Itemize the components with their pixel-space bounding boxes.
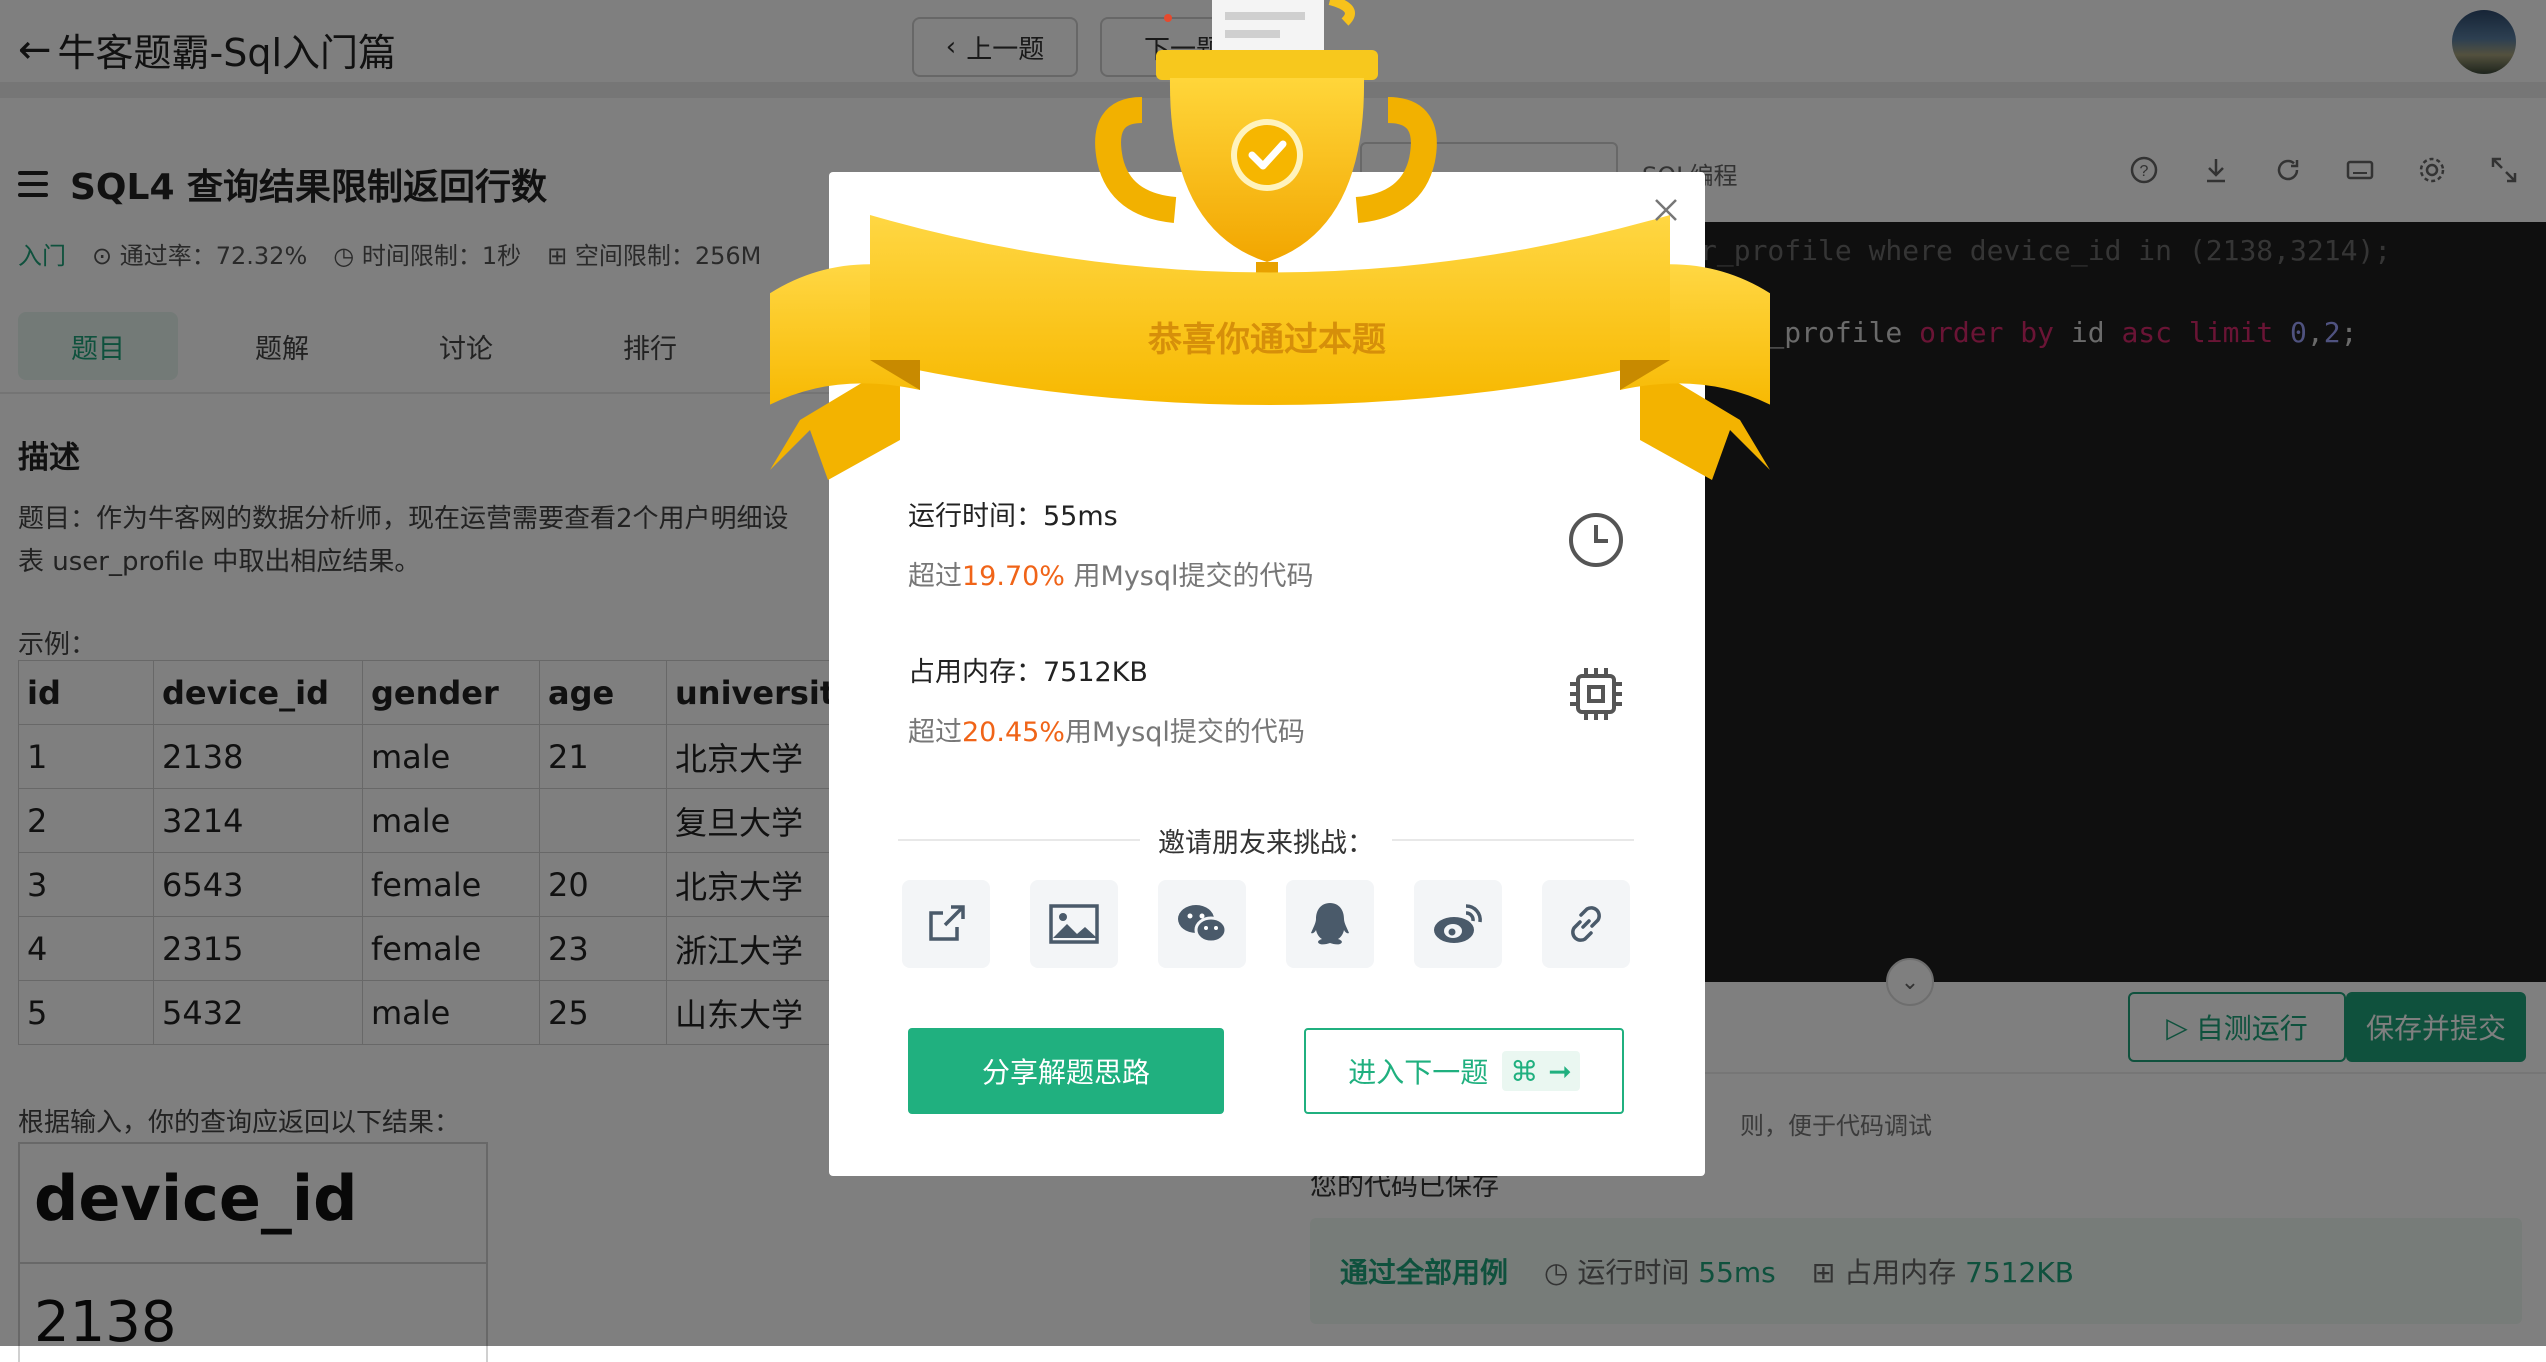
share-image-icon[interactable] xyxy=(1030,880,1118,968)
link-icon[interactable] xyxy=(1542,880,1630,968)
weibo-icon[interactable] xyxy=(1414,880,1502,968)
next-question-modal-button[interactable]: 进入下一题 ⌘ ➞ xyxy=(1304,1028,1624,1114)
qq-icon[interactable] xyxy=(1286,880,1374,968)
arrow-right-icon: ➞ xyxy=(1548,1054,1572,1088)
trophy-icon xyxy=(770,0,1770,480)
congrats-title: 恭喜你通过本题 xyxy=(1148,320,1386,360)
share-external-icon[interactable] xyxy=(902,880,990,968)
invite-divider: 邀请朋友来挑战： xyxy=(898,822,1634,859)
runtime-beat: 超过19.70% 用Mysql提交的代码 xyxy=(908,561,1314,592)
runtime-line: 运行时间：55ms xyxy=(908,501,1118,532)
command-icon: ⌘ xyxy=(1510,1054,1539,1088)
share-solution-button[interactable]: 分享解题思路 xyxy=(908,1028,1224,1114)
close-icon[interactable] xyxy=(1646,190,1686,230)
chip-icon xyxy=(1566,664,1626,728)
memory-beat: 超过20.45%用Mysql提交的代码 xyxy=(908,717,1305,748)
wechat-icon[interactable] xyxy=(1158,880,1246,968)
next-button-label: 进入下一题 xyxy=(1348,1056,1489,1089)
invite-label: 邀请朋友来挑战： xyxy=(1158,827,1374,859)
shortcut-hint: ⌘ ➞ xyxy=(1502,1051,1580,1091)
clock-icon xyxy=(1566,510,1626,574)
memory-line: 占用内存：7512KB xyxy=(908,657,1148,688)
